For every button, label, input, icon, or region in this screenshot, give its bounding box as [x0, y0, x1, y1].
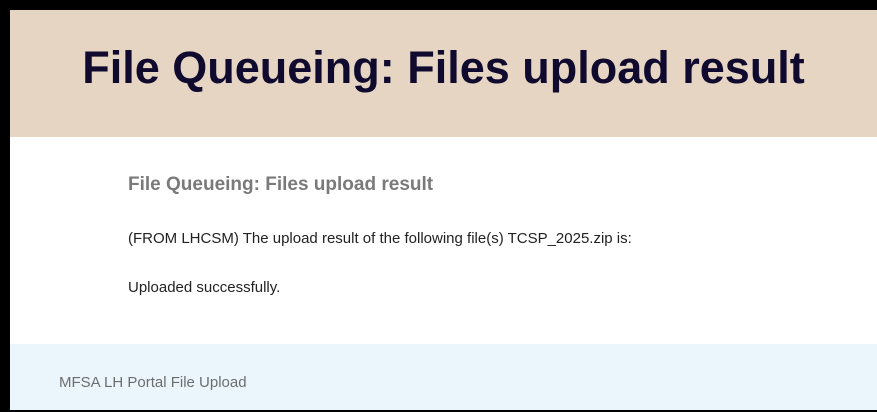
email-header-banner: File Queueing: Files upload result: [10, 10, 877, 137]
content-heading: File Queueing: Files upload result: [128, 174, 434, 195]
email-content: File Queueing: Files upload result (FROM…: [10, 137, 877, 344]
header-title: File Queueing: Files upload result: [82, 42, 805, 93]
upload-status-text: Uploaded successfully.: [128, 279, 281, 296]
email-footer: MFSA LH Portal File Upload: [10, 344, 877, 410]
footer-text: MFSA LH Portal File Upload: [59, 374, 247, 391]
upload-result-message: (FROM LHCSM) The upload result of the fo…: [128, 230, 632, 247]
email-body: File Queueing: Files upload result File …: [10, 10, 877, 410]
window-frame: File Queueing: Files upload result File …: [0, 0, 877, 412]
